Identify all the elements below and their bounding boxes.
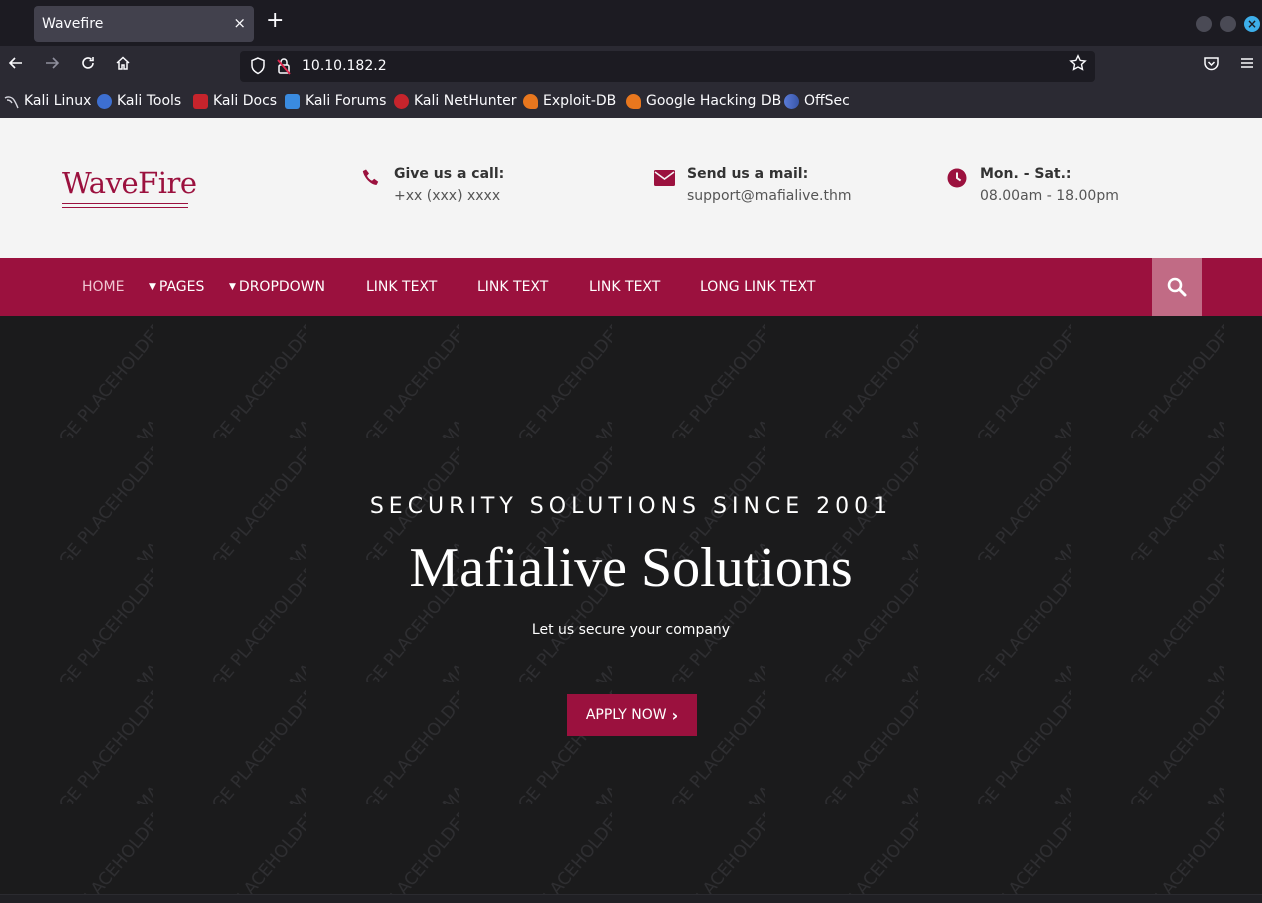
page-bottom-edge: [0, 894, 1262, 903]
web-page: WaveFire Give us a call: +xx (xxx) xxxx …: [0, 118, 1262, 903]
url-text: 10.10.182.2: [302, 58, 387, 74]
main-navigation: HOME ▼ PAGES ▼ DROPDOWN LINK TEXT LINK TEX…: [0, 258, 1262, 316]
search-button[interactable]: [1152, 258, 1202, 316]
exploit-db-icon: [523, 93, 538, 109]
hero-subtitle: Let us secure your company: [531, 622, 731, 638]
logo-underline: [62, 203, 188, 208]
contact-label: Give us a call:: [394, 166, 505, 182]
bookmark-label: Kali Linux: [24, 93, 92, 109]
bookmark-star-icon[interactable]: [1069, 54, 1087, 77]
bookmarks-toolbar: Kali Linux Kali Tools Kali Docs Kali For…: [0, 88, 1262, 118]
bookmark-kali-forums[interactable]: Kali Forums: [285, 93, 386, 109]
hero-tagline: SECURITY SOLUTIONS SINCE 2001: [369, 494, 893, 519]
browser-tab-active[interactable]: Wavefire ×: [34, 6, 254, 42]
contact-label: Mon. - Sat.:: [980, 166, 1072, 182]
bookmark-label: OffSec: [804, 93, 850, 109]
menu-label: DROPDOWN: [238, 279, 326, 295]
home-icon[interactable]: [115, 55, 131, 77]
bookmark-kali-nethunter[interactable]: Kali NetHunter: [394, 93, 516, 109]
menu-item-dropdown[interactable]: ▼ DROPDOWN: [229, 279, 325, 295]
bookmark-label: Kali Forums: [305, 93, 387, 109]
kali-nethunter-icon: [394, 93, 409, 109]
kali-docs-icon: [193, 93, 208, 109]
menu-item-long-link[interactable]: LONG LINK TEXT: [700, 279, 815, 295]
contact-label: Send us a mail:: [687, 166, 809, 182]
hamburger-menu-icon[interactable]: [1239, 55, 1255, 77]
clock-icon: [947, 168, 967, 192]
menu-item-home[interactable]: HOME: [82, 279, 124, 295]
menu-item-pages[interactable]: ▼ PAGES: [149, 279, 204, 295]
reload-icon[interactable]: [80, 55, 96, 77]
bookmark-label: Exploit-DB: [543, 93, 617, 109]
pocket-icon[interactable]: [1203, 55, 1220, 78]
contact-value: +xx (xxx) xxxx: [394, 188, 501, 204]
menu-item-link-3[interactable]: LINK TEXT: [589, 279, 660, 295]
bookmark-label: Kali Docs: [213, 93, 278, 109]
site-header: WaveFire Give us a call: +xx (xxx) xxxx …: [0, 118, 1262, 258]
menu-item-link-1[interactable]: LINK TEXT: [366, 279, 437, 295]
caret-down-icon: ▼: [229, 282, 236, 292]
browser-navigation-bar: 10.10.182.2: [0, 46, 1262, 88]
menu-item-link-2[interactable]: LINK TEXT: [477, 279, 548, 295]
bookmark-label: Kali NetHunter: [414, 93, 517, 109]
phone-icon: [361, 168, 381, 192]
kali-dragon-icon: [4, 94, 19, 109]
site-logo[interactable]: WaveFire: [62, 166, 197, 200]
apply-now-button[interactable]: APPLY NOW ›: [567, 694, 697, 736]
back-arrow-icon[interactable]: [8, 55, 24, 77]
bookmark-kali-tools[interactable]: Kali Tools: [97, 93, 181, 109]
bookmark-label: Google Hacking DB: [646, 93, 782, 109]
window-minimize-button[interactable]: [1196, 16, 1212, 32]
search-icon: [1167, 277, 1187, 297]
chevron-right-icon: ›: [671, 705, 679, 725]
hero-section: IMAGE PLACEHOLDER IMAGE PLACEHOLDER SECU…: [0, 316, 1262, 903]
image-placeholder-watermark: IMAGE PLACEHOLDER IMAGE PLACEHOLDER: [0, 316, 1262, 903]
browser-tab-bar: Wavefire × + ×: [0, 0, 1262, 46]
window-close-button[interactable]: ×: [1244, 16, 1260, 32]
bookmark-kali-linux[interactable]: Kali Linux: [4, 93, 91, 109]
bookmark-kali-docs[interactable]: Kali Docs: [193, 93, 277, 109]
google-hacking-db-icon: [626, 93, 641, 109]
bookmark-exploit-db[interactable]: Exploit-DB: [523, 93, 616, 109]
tab-close-icon[interactable]: ×: [233, 14, 246, 32]
hero-title: Mafialive Solutions: [409, 537, 853, 599]
bookmark-label: Kali Tools: [117, 93, 182, 109]
bookmark-offsec[interactable]: OffSec: [784, 93, 850, 109]
caret-down-icon: ▼: [149, 282, 156, 292]
shield-icon[interactable]: [250, 56, 266, 80]
kali-tools-icon: [97, 93, 112, 109]
contact-value: support@mafialive.thm: [687, 188, 852, 204]
address-bar[interactable]: 10.10.182.2: [240, 51, 1095, 82]
bookmark-google-hacking-db[interactable]: Google Hacking DB: [626, 93, 781, 109]
offsec-icon: [784, 93, 799, 109]
envelope-icon: [654, 170, 675, 190]
insecure-lock-icon[interactable]: [276, 56, 292, 80]
kali-forums-icon: [285, 93, 300, 109]
apply-now-label: APPLY NOW: [585, 707, 667, 723]
tab-title: Wavefire: [42, 16, 104, 32]
contact-value: 08.00am - 18.00pm: [980, 188, 1119, 204]
menu-label: PAGES: [158, 279, 205, 295]
window-maximize-button[interactable]: [1220, 16, 1236, 32]
forward-arrow-icon[interactable]: [44, 55, 60, 77]
new-tab-button[interactable]: +: [266, 10, 284, 32]
